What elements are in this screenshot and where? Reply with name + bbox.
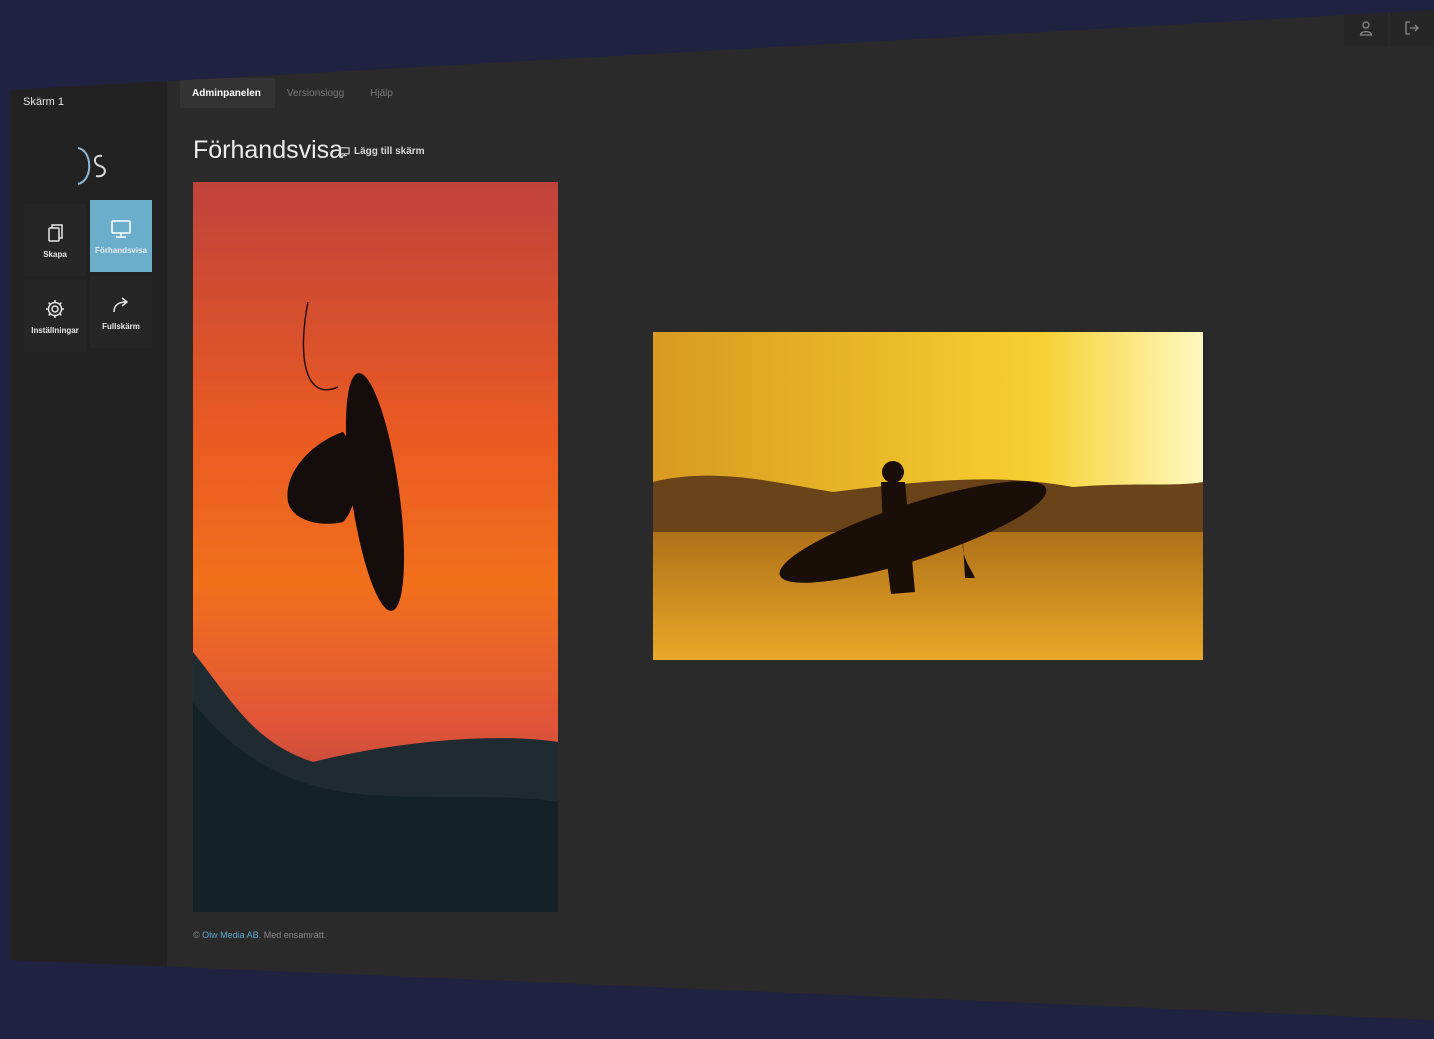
surfer-sunset-image <box>193 182 558 912</box>
footer-company-link[interactable]: Olw Media AB. <box>202 930 261 940</box>
gear-icon <box>46 299 64 318</box>
ds-logo <box>77 147 106 185</box>
sidebar-item-forhandsvisa[interactable]: Förhandsvisa <box>90 200 152 272</box>
copyright-symbol: © <box>193 930 200 940</box>
screen-preview-portrait[interactable] <box>193 182 558 912</box>
user-icon <box>1359 21 1373 36</box>
surfer-beach-image <box>653 332 1203 660</box>
sidebar-item-installningar[interactable]: Inställningar <box>24 280 86 352</box>
app-window: Skärm 1 Skapa Förhandsvisa Inställningar… <box>10 10 1434 1020</box>
logout-icon <box>1405 21 1419 35</box>
monitor-icon <box>111 219 131 238</box>
sidebar-item-label: Skapa <box>43 249 67 259</box>
footer-rights: Med ensamrätt. <box>263 930 327 940</box>
sidebar: Skärm 1 Skapa Förhandsvisa Inställningar… <box>10 10 167 1020</box>
user-button[interactable] <box>1344 10 1388 46</box>
footer: © Olw Media AB. Med ensamrätt. <box>193 930 326 940</box>
sidebar-item-skapa[interactable]: Skapa <box>24 204 86 276</box>
sidebar-item-label: Förhandsvisa <box>94 245 147 255</box>
tab-hjalp[interactable]: Hjälp <box>358 78 407 108</box>
page-title: Förhandsvisa <box>193 136 344 164</box>
sidebar-item-fullskarm[interactable]: Fullskärm <box>90 276 152 348</box>
sidebar-item-label: Inställningar <box>31 325 79 335</box>
tab-versionslogg[interactable]: Versionslogg <box>274 78 359 108</box>
tab-adminpanelen[interactable]: Adminpanelen <box>180 78 275 108</box>
add-screen-button[interactable]: Lägg till skärm <box>339 146 425 157</box>
screen-preview-landscape[interactable] <box>653 332 1203 660</box>
tab-bar: Adminpanelen Versionslogg Hjälp <box>180 78 407 108</box>
sidebar-item-label: Fullskärm <box>102 321 140 331</box>
copy-icon <box>48 223 63 242</box>
top-right-controls <box>1342 10 1434 46</box>
monitor-icon <box>339 147 350 157</box>
screen-name-label: Skärm 1 <box>23 96 64 108</box>
logout-button[interactable] <box>1390 10 1434 46</box>
add-screen-label: Lägg till skärm <box>354 146 425 157</box>
share-icon <box>113 296 129 312</box>
